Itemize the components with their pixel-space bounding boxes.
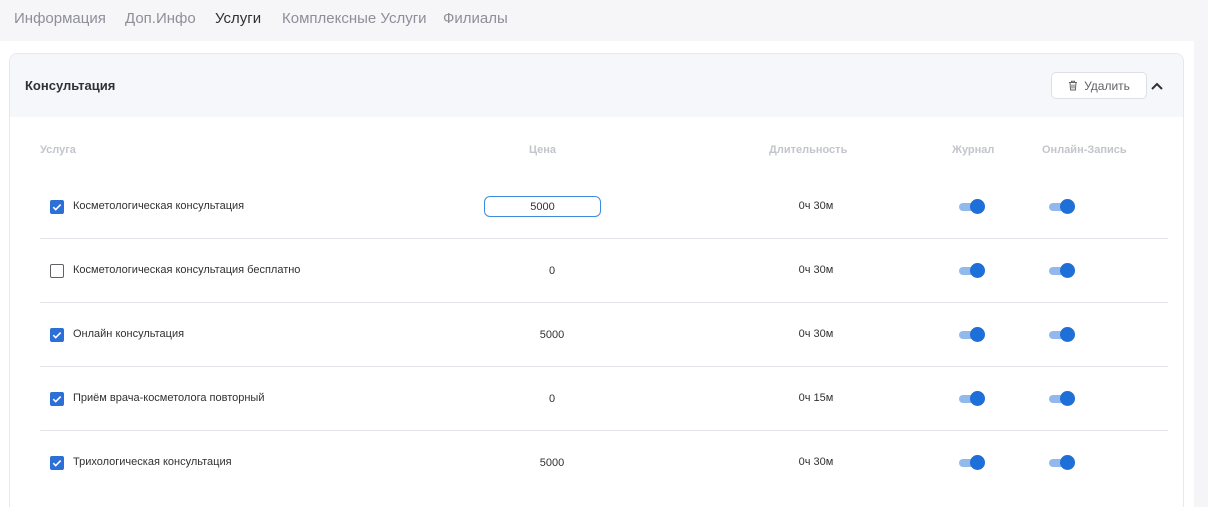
price-input[interactable] bbox=[484, 196, 601, 217]
tab-additional-info[interactable]: Доп.Инфо bbox=[125, 10, 196, 27]
card-title: Консультация bbox=[25, 78, 116, 93]
journal-toggle[interactable] bbox=[958, 199, 986, 215]
service-duration: 0ч 30м bbox=[798, 328, 834, 340]
table-row: Приём врача-косметолога повторный 0 0ч 15м bbox=[40, 367, 1168, 431]
service-checkbox[interactable] bbox=[50, 456, 64, 470]
tab-services[interactable]: Услуги bbox=[215, 10, 261, 27]
tab-information[interactable]: Информация bbox=[14, 10, 106, 27]
check-icon bbox=[52, 204, 62, 211]
column-header-duration: Длительность bbox=[769, 144, 848, 156]
toggle-thumb bbox=[970, 391, 985, 406]
service-checkbox[interactable] bbox=[50, 328, 64, 342]
online-booking-toggle[interactable] bbox=[1048, 455, 1076, 471]
journal-toggle[interactable] bbox=[958, 263, 986, 279]
table-row: Косметологическая консультация бесплатно… bbox=[40, 239, 1168, 303]
tab-bar: Информация Доп.Инфо Услуги Комплексные У… bbox=[0, 0, 1208, 41]
toggle-thumb bbox=[970, 199, 985, 214]
service-group-card: Консультация Удалить Услуга Цена Длитель… bbox=[9, 53, 1184, 507]
toggle-thumb bbox=[970, 327, 985, 342]
online-booking-toggle[interactable] bbox=[1048, 391, 1076, 407]
service-name: Косметологическая консультация бесплатно bbox=[73, 264, 301, 276]
service-price[interactable]: 5000 bbox=[492, 329, 612, 341]
service-price[interactable]: 5000 bbox=[492, 457, 612, 469]
tab-complex-services[interactable]: Комплексные Услуги bbox=[282, 10, 427, 27]
card-header: Консультация Удалить bbox=[10, 54, 1183, 117]
service-name: Онлайн консультация bbox=[73, 328, 185, 340]
toggle-thumb bbox=[1060, 455, 1075, 470]
service-name: Трихологическая консультация bbox=[73, 456, 232, 468]
service-duration: 0ч 30м bbox=[798, 200, 834, 212]
toggle-thumb bbox=[1060, 391, 1075, 406]
service-name: Косметологическая консультация bbox=[73, 200, 245, 212]
check-icon bbox=[52, 460, 62, 467]
check-icon bbox=[52, 332, 62, 339]
toggle-thumb bbox=[970, 455, 985, 470]
journal-toggle[interactable] bbox=[958, 455, 986, 471]
delete-button[interactable]: Удалить bbox=[1051, 72, 1147, 99]
delete-button-label: Удалить bbox=[1084, 78, 1130, 93]
trash-icon bbox=[1069, 80, 1078, 91]
toggle-thumb bbox=[1060, 263, 1075, 278]
service-checkbox[interactable] bbox=[50, 392, 64, 406]
table-row: Косметологическая консультация 0ч 30м bbox=[40, 175, 1168, 239]
service-checkbox[interactable] bbox=[50, 200, 64, 214]
service-price[interactable]: 0 bbox=[492, 265, 612, 277]
service-checkbox[interactable] bbox=[50, 264, 64, 278]
table-row: Трихологическая консультация 5000 0ч 30м bbox=[40, 431, 1168, 495]
online-booking-toggle[interactable] bbox=[1048, 327, 1076, 343]
service-duration: 0ч 30м bbox=[798, 456, 834, 468]
check-icon bbox=[52, 396, 62, 403]
column-header-price: Цена bbox=[529, 144, 557, 156]
service-price[interactable]: 0 bbox=[492, 393, 612, 405]
toggle-thumb bbox=[970, 263, 985, 278]
service-duration: 0ч 15м bbox=[798, 392, 834, 404]
column-header-journal: Журнал bbox=[952, 144, 995, 156]
service-name: Приём врача-косметолога повторный bbox=[73, 392, 265, 404]
toggle-thumb bbox=[1060, 327, 1075, 342]
toggle-thumb bbox=[1060, 199, 1075, 214]
journal-toggle[interactable] bbox=[958, 327, 986, 343]
column-header-service: Услуга bbox=[40, 144, 76, 156]
column-header-online-booking: Онлайн-Запись bbox=[1042, 144, 1127, 156]
tab-branches[interactable]: Филиалы bbox=[443, 10, 508, 27]
journal-toggle[interactable] bbox=[958, 391, 986, 407]
online-booking-toggle[interactable] bbox=[1048, 199, 1076, 215]
service-duration: 0ч 30м bbox=[798, 264, 834, 276]
chevron-up-icon[interactable] bbox=[1149, 78, 1165, 94]
table-row: Онлайн консультация 5000 0ч 30м bbox=[40, 303, 1168, 367]
online-booking-toggle[interactable] bbox=[1048, 263, 1076, 279]
